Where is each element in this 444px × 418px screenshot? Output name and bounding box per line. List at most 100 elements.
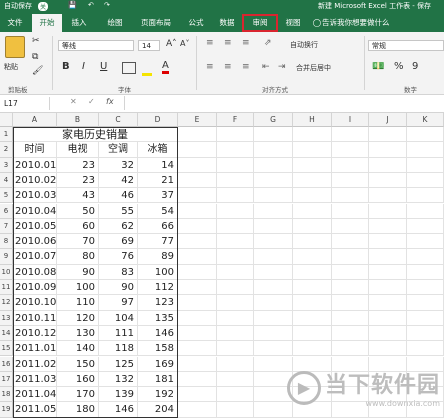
grid-cell[interactable] bbox=[332, 157, 369, 173]
fill-color-icon[interactable] bbox=[142, 63, 152, 76]
grid-cell[interactable] bbox=[217, 280, 254, 296]
grid-cell[interactable] bbox=[217, 203, 254, 219]
data-cell[interactable]: 46 bbox=[99, 188, 138, 204]
copy-icon[interactable]: ⧉ bbox=[32, 52, 38, 62]
grid-cell[interactable] bbox=[178, 295, 217, 311]
data-cell[interactable]: 112 bbox=[138, 280, 178, 296]
grid-cell[interactable] bbox=[217, 127, 254, 143]
grid-cell[interactable] bbox=[254, 264, 293, 280]
orientation-icon[interactable]: ⇗ bbox=[264, 38, 272, 48]
data-cell[interactable]: 80 bbox=[57, 249, 99, 265]
data-cell[interactable]: 111 bbox=[99, 325, 138, 342]
row-header[interactable]: 14 bbox=[0, 325, 13, 342]
data-cell[interactable]: 100 bbox=[57, 280, 99, 296]
comma-style-icon[interactable]: 9 bbox=[412, 61, 418, 72]
grid-cell[interactable] bbox=[178, 325, 217, 342]
grid-cell[interactable] bbox=[254, 172, 293, 189]
data-cell[interactable]: 70 bbox=[57, 234, 99, 250]
column-header[interactable]: K bbox=[407, 113, 444, 127]
data-cell[interactable]: 170 bbox=[57, 387, 99, 403]
grid-cell[interactable] bbox=[369, 172, 407, 189]
grid-cell[interactable] bbox=[254, 203, 293, 219]
italic-button[interactable]: I bbox=[82, 61, 85, 72]
data-cell[interactable]: 89 bbox=[138, 249, 178, 265]
data-cell[interactable]: 90 bbox=[99, 280, 138, 296]
column-header[interactable]: F bbox=[217, 113, 254, 127]
data-cell[interactable]: 2010.12 bbox=[13, 325, 57, 342]
grid-cell[interactable] bbox=[369, 188, 407, 204]
grid-cell[interactable] bbox=[293, 325, 332, 342]
grid-cell[interactable] bbox=[407, 127, 444, 143]
grid-cell[interactable] bbox=[332, 188, 369, 204]
row-header[interactable]: 19 bbox=[0, 402, 13, 418]
grid-cell[interactable] bbox=[217, 387, 254, 403]
header-cell[interactable]: 时间 bbox=[13, 142, 57, 158]
grid-cell[interactable] bbox=[293, 203, 332, 219]
data-cell[interactable]: 150 bbox=[57, 356, 99, 372]
grid-cell[interactable] bbox=[178, 371, 217, 388]
grid-cell[interactable] bbox=[407, 142, 444, 158]
grid-cell[interactable] bbox=[407, 218, 444, 235]
grid-cell[interactable] bbox=[293, 295, 332, 311]
data-cell[interactable]: 100 bbox=[138, 264, 178, 280]
tab-formulas[interactable]: 公式 bbox=[180, 14, 212, 32]
row-header[interactable]: 18 bbox=[0, 387, 13, 403]
data-cell[interactable]: 69 bbox=[99, 234, 138, 250]
row-header[interactable]: 7 bbox=[0, 218, 13, 235]
row-header[interactable]: 8 bbox=[0, 234, 13, 250]
number-format-select[interactable]: 常规 bbox=[368, 40, 444, 51]
tab-review[interactable]: 审阅 bbox=[242, 14, 278, 32]
grid-cell[interactable] bbox=[407, 188, 444, 204]
grid-cell[interactable] bbox=[369, 341, 407, 357]
data-cell[interactable]: 14 bbox=[138, 157, 178, 173]
row-header[interactable]: 16 bbox=[0, 356, 13, 372]
data-cell[interactable]: 110 bbox=[57, 295, 99, 311]
paste-icon[interactable] bbox=[5, 36, 25, 58]
grid-cell[interactable] bbox=[293, 127, 332, 143]
data-cell[interactable]: 32 bbox=[99, 157, 138, 173]
column-header[interactable]: A bbox=[13, 113, 57, 127]
grid-cell[interactable] bbox=[332, 203, 369, 219]
data-cell[interactable]: 123 bbox=[138, 295, 178, 311]
row-header[interactable]: 17 bbox=[0, 371, 13, 388]
data-cell[interactable]: 2010.05 bbox=[13, 218, 57, 235]
grid-cell[interactable] bbox=[369, 218, 407, 235]
grid-cell[interactable] bbox=[254, 310, 293, 326]
row-header[interactable]: 2 bbox=[0, 142, 13, 158]
grid-cell[interactable] bbox=[407, 157, 444, 173]
data-cell[interactable]: 158 bbox=[138, 341, 178, 357]
font-size-select[interactable]: 14 bbox=[138, 40, 160, 51]
row-header[interactable]: 5 bbox=[0, 188, 13, 204]
cancel-icon[interactable]: ✕ bbox=[70, 97, 77, 106]
undo-icon[interactable]: ↶ bbox=[88, 1, 94, 9]
grid-cell[interactable] bbox=[254, 341, 293, 357]
grid-cell[interactable] bbox=[369, 203, 407, 219]
accounting-icon[interactable]: 💵 bbox=[372, 61, 384, 72]
paste-button[interactable]: 粘贴 bbox=[4, 62, 18, 72]
data-cell[interactable]: 50 bbox=[57, 203, 99, 219]
grid-cell[interactable] bbox=[217, 295, 254, 311]
data-cell[interactable]: 55 bbox=[99, 203, 138, 219]
grid-cell[interactable] bbox=[217, 188, 254, 204]
bold-button[interactable]: B bbox=[62, 61, 70, 72]
grid-cell[interactable] bbox=[178, 142, 217, 158]
format-painter-icon[interactable]: 🖌 bbox=[32, 66, 43, 76]
column-header[interactable]: I bbox=[332, 113, 369, 127]
grid-cell[interactable] bbox=[293, 264, 332, 280]
enter-icon[interactable]: ✓ bbox=[88, 97, 95, 106]
grid-cell[interactable] bbox=[332, 218, 369, 235]
row-header[interactable]: 11 bbox=[0, 280, 13, 296]
data-cell[interactable]: 118 bbox=[99, 341, 138, 357]
grid-cell[interactable] bbox=[369, 234, 407, 250]
data-cell[interactable]: 2011.04 bbox=[13, 387, 57, 403]
grid-cell[interactable] bbox=[217, 142, 254, 158]
align-center-icon[interactable]: ≡ bbox=[224, 62, 232, 72]
row-header[interactable]: 12 bbox=[0, 295, 13, 311]
autosave-toggle[interactable]: 关 bbox=[38, 2, 49, 11]
data-cell[interactable]: 146 bbox=[99, 402, 138, 418]
grid-cell[interactable] bbox=[254, 188, 293, 204]
grid-cell[interactable] bbox=[369, 310, 407, 326]
data-cell[interactable]: 192 bbox=[138, 387, 178, 403]
underline-button[interactable]: U bbox=[100, 61, 107, 72]
grid-cell[interactable] bbox=[178, 203, 217, 219]
